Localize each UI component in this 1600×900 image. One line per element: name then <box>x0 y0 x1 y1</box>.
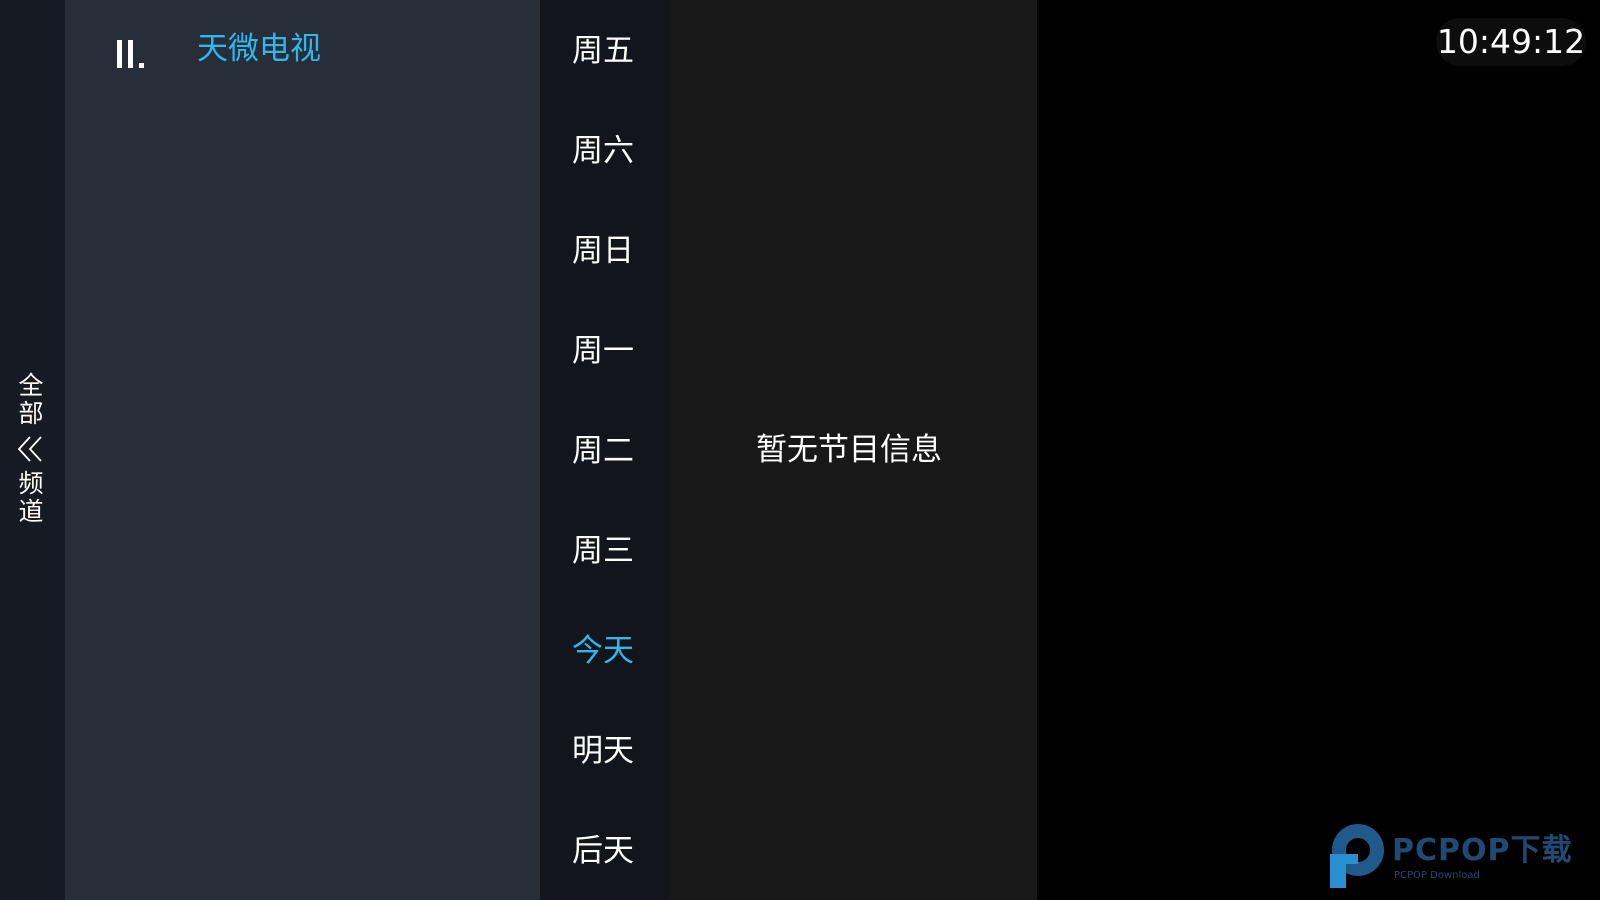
watermark-subtitle: PCPOP Download <box>1394 870 1480 881</box>
day-item-tue[interactable]: 周二 <box>572 429 670 473</box>
category-label-all: 全 部 <box>18 371 44 428</box>
channel-name: 天微电视 <box>197 31 321 67</box>
day-item-fri[interactable]: 周五 <box>572 29 670 73</box>
channel-list-panel: 天微电视 <box>65 0 540 900</box>
watermark-title: PCPOP下载 <box>1392 833 1573 868</box>
day-item-today[interactable]: 今天 <box>572 629 670 673</box>
channel-item[interactable]: 天微电视 <box>65 20 540 80</box>
day-item-tomorrow[interactable]: 明天 <box>572 729 670 773</box>
category-strip[interactable]: 全 部 频 道 <box>0 0 65 900</box>
day-item-sun[interactable]: 周日 <box>572 229 670 273</box>
day-item-mon[interactable]: 周一 <box>572 329 670 373</box>
day-item-sat[interactable]: 周六 <box>572 129 670 173</box>
program-list-panel: 暂无节目信息 <box>670 0 1037 900</box>
signal-bars-icon <box>117 40 144 68</box>
pcpop-logo-icon <box>1330 824 1384 888</box>
day-list-panel: 周五 周六 周日 周一 周二 周三 今天 明天 后天 <box>540 0 670 900</box>
no-program-message: 暂无节目信息 <box>756 432 942 468</box>
day-item-day-after-tomorrow[interactable]: 后天 <box>572 829 670 873</box>
watermark: PCPOP下载 PCPOP Download <box>1326 820 1596 892</box>
day-item-wed[interactable]: 周三 <box>572 529 670 573</box>
category-label-channel: 频 道 <box>18 469 44 526</box>
double-chevron-left-icon[interactable] <box>16 434 46 464</box>
tv-epg-screen: 全 部 频 道 天微电视 周五 周六 周日 周一 周二 周三 今天 明天 后天 … <box>0 0 1600 900</box>
clock: 10:49:12 <box>1436 18 1586 66</box>
